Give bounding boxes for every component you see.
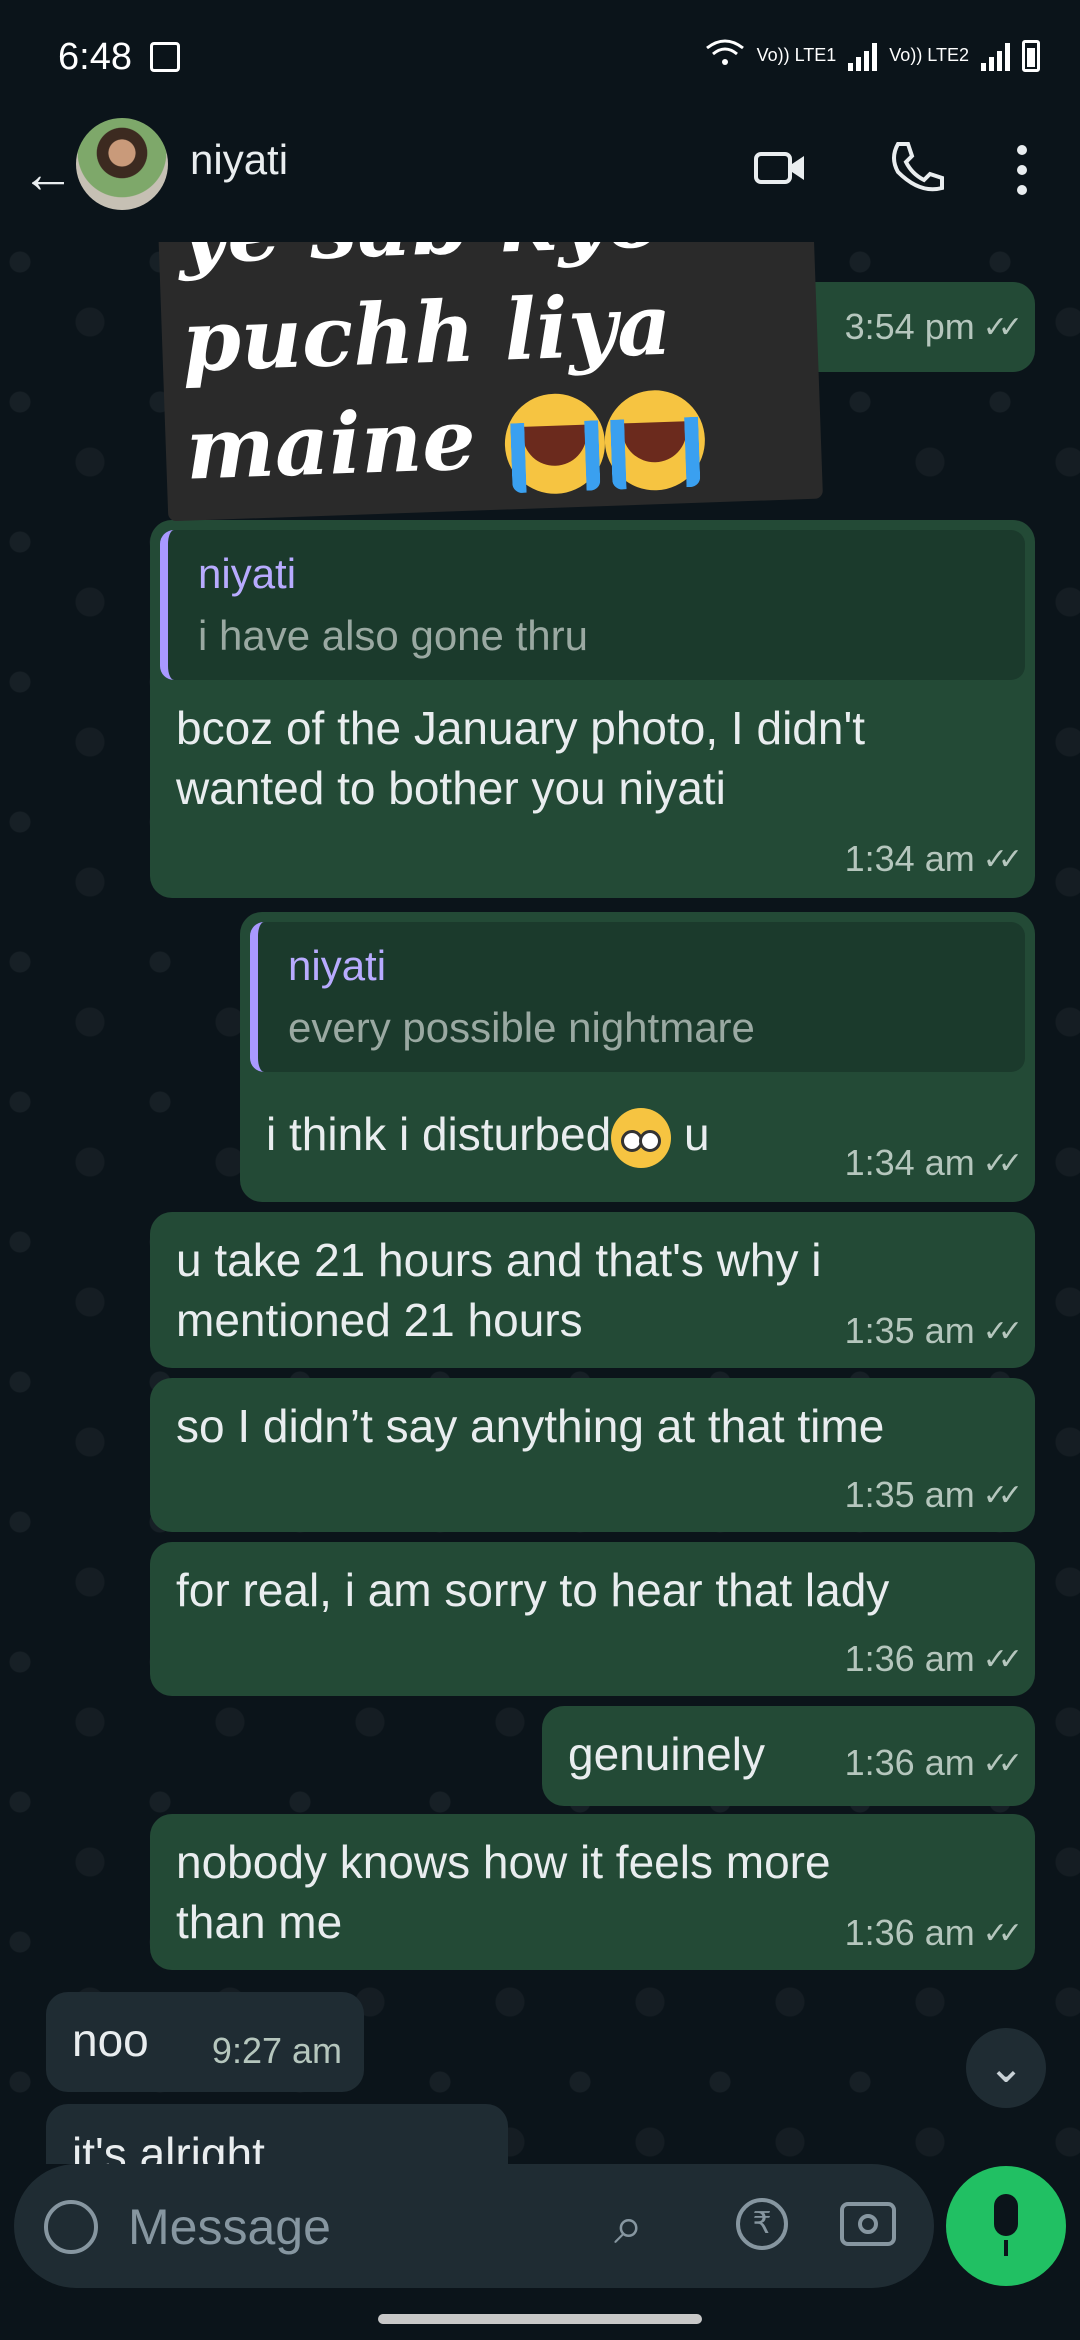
read-ticks-icon: ✓✓: [982, 1746, 1023, 1780]
message-text: noo: [72, 2014, 149, 2066]
read-ticks-icon: ✓✓: [982, 1314, 1023, 1348]
message-bubble[interactable]: for real, i am sorry to hear that lady 1…: [150, 1542, 1035, 1696]
message-line: than me: [176, 1896, 343, 1948]
message-text: genuinely: [568, 1728, 765, 1780]
mic-icon[interactable]: [946, 2166, 1066, 2286]
message-bubble[interactable]: so I didn’t say anything at that time 1:…: [150, 1378, 1035, 1532]
status-time: 6:48: [58, 36, 132, 78]
chat-header: ← niyati: [0, 110, 1080, 242]
home-gesture-pill[interactable]: [378, 2314, 702, 2324]
read-ticks-icon: ✓✓: [982, 1642, 1023, 1676]
incoming-message-bubble[interactable]: it's alright: [46, 2104, 508, 2164]
message-meta: 3:54 pm ✓✓: [844, 306, 1023, 348]
read-ticks-icon: ✓✓: [982, 1478, 1023, 1512]
avatar[interactable]: [76, 118, 168, 210]
message-text: for real, i am sorry to hear that lady: [176, 1564, 890, 1616]
message-time: 1:35 am: [844, 1310, 975, 1351]
message-text: it's alright: [72, 2128, 265, 2164]
navigation-bar: [0, 2300, 1080, 2340]
message-meta: 1:36 am ✓✓: [844, 1638, 1023, 1680]
message-text: u take 21 hours and that's why i mention…: [176, 1230, 822, 1350]
gallery-notification-icon: [150, 42, 180, 72]
message-time: 1:36 am: [844, 1912, 975, 1953]
camera-icon[interactable]: [840, 2202, 896, 2246]
quoted-reply[interactable]: niyati i have also gone thru: [160, 530, 1025, 680]
wifi-icon: [705, 38, 745, 73]
message-time: 1:34 am: [844, 1142, 975, 1183]
message-text: bcoz of the January photo, I didn't want…: [176, 698, 865, 818]
incoming-message-bubble[interactable]: noo 9:27 am: [46, 1992, 364, 2092]
message-bubble[interactable]: genuinely 1:36 am ✓✓: [542, 1706, 1035, 1806]
status-bar: 6:48 Vo)) LTE1 Vo)) LTE2: [0, 0, 1080, 110]
battery-icon: [1022, 39, 1040, 72]
message-meta: 1:34 am ✓✓: [844, 1142, 1023, 1184]
signal2-icon: [981, 41, 1010, 71]
sim2-label: Vo)) LTE2: [889, 45, 969, 65]
message-input[interactable]: [126, 2188, 610, 2266]
message-text: so I didn’t say anything at that time: [176, 1400, 885, 1452]
attach-icon[interactable]: ⌕: [614, 2194, 654, 2258]
message-meta: 1:35 am ✓✓: [844, 1474, 1023, 1516]
message-bubble[interactable]: u take 21 hours and that's why i mention…: [150, 1212, 1035, 1368]
more-vert-icon[interactable]: [1004, 140, 1040, 200]
message-bubble[interactable]: nobody knows how it feels more than me 1…: [150, 1814, 1035, 1970]
message-time: 9:27 am: [211, 2030, 342, 2071]
signal-icon: [848, 41, 878, 71]
message-text: i think i disturbed u: [266, 1104, 710, 1168]
message-meta: 1:34 am ✓✓: [844, 838, 1023, 880]
phone-icon[interactable]: [880, 134, 950, 204]
crying-face-emoji-icon: [603, 388, 707, 493]
flushed-face-emoji-icon: [611, 1107, 672, 1168]
message-line: u take 21 hours and that's why i: [176, 1234, 822, 1286]
message-bubble[interactable]: niyati i have also gone thru bcoz of the…: [150, 520, 1035, 898]
quoted-text: i have also gone thru: [198, 612, 588, 659]
message-line: wanted to bother you niyati: [176, 762, 726, 814]
sim1-label: Vo)) LTE1: [756, 45, 837, 65]
back-arrow-icon[interactable]: ←: [18, 144, 78, 204]
quoted-author: niyati: [288, 942, 387, 989]
message-bubble[interactable]: 3:54 pm ✓✓: [792, 282, 1035, 372]
message-time: 1:36 am: [844, 1638, 975, 1679]
sticker-text-line: maine: [184, 374, 802, 506]
read-ticks-icon: ✓✓: [982, 1146, 1023, 1180]
contact-name[interactable]: niyati: [190, 136, 288, 184]
sticker-text: maine: [184, 389, 478, 499]
message-meta: 1:36 am ✓✓: [844, 1742, 1023, 1784]
quoted-author: niyati: [198, 550, 297, 597]
sticker-text-line: puchh liya: [180, 274, 673, 391]
message-text-part: u: [671, 1108, 710, 1160]
message-composer: ⌕ ₹: [14, 2164, 934, 2288]
status-right: Vo)) LTE1 Vo)) LTE2: [705, 38, 1040, 73]
message-time: 1:35 am: [844, 1474, 975, 1515]
message-meta: 1:35 am ✓✓: [844, 1310, 1023, 1352]
quoted-text: every possible nightmare: [288, 1004, 755, 1051]
message-time: 3:54 pm: [844, 306, 975, 347]
video-call-icon[interactable]: [752, 140, 808, 196]
message-time: 1:34 am: [844, 838, 975, 879]
message-time: 1:36 am: [844, 1742, 975, 1783]
read-ticks-icon: ✓✓: [982, 310, 1023, 344]
message-meta: 1:36 am ✓✓: [844, 1912, 1023, 1954]
emoji-sticker-icon[interactable]: [44, 2200, 98, 2254]
crying-face-emoji-icon: [503, 392, 607, 496]
message-line: nobody knows how it feels more: [176, 1836, 831, 1888]
message-line: mentioned 21 hours: [176, 1294, 583, 1346]
quoted-reply[interactable]: niyati every possible nightmare: [250, 922, 1025, 1072]
read-ticks-icon: ✓✓: [982, 1916, 1023, 1950]
scroll-down-icon[interactable]: ⌄: [966, 2028, 1046, 2108]
message-meta: 9:27 am: [212, 2030, 342, 2072]
message-line: bcoz of the January photo, I didn't: [176, 702, 866, 754]
message-text-part: i think i disturbed: [266, 1108, 612, 1160]
sticker-overlay: ye sab kyo puchh liya maine: [156, 242, 823, 522]
chat-area[interactable]: 3:54 pm ✓✓ niyati i have also gone thru …: [0, 242, 1080, 2164]
read-ticks-icon: ✓✓: [982, 842, 1023, 876]
message-text: nobody knows how it feels more than me: [176, 1832, 831, 1952]
rupee-icon[interactable]: ₹: [736, 2198, 788, 2250]
message-bubble[interactable]: niyati every possible nightmare i think …: [240, 912, 1035, 1202]
